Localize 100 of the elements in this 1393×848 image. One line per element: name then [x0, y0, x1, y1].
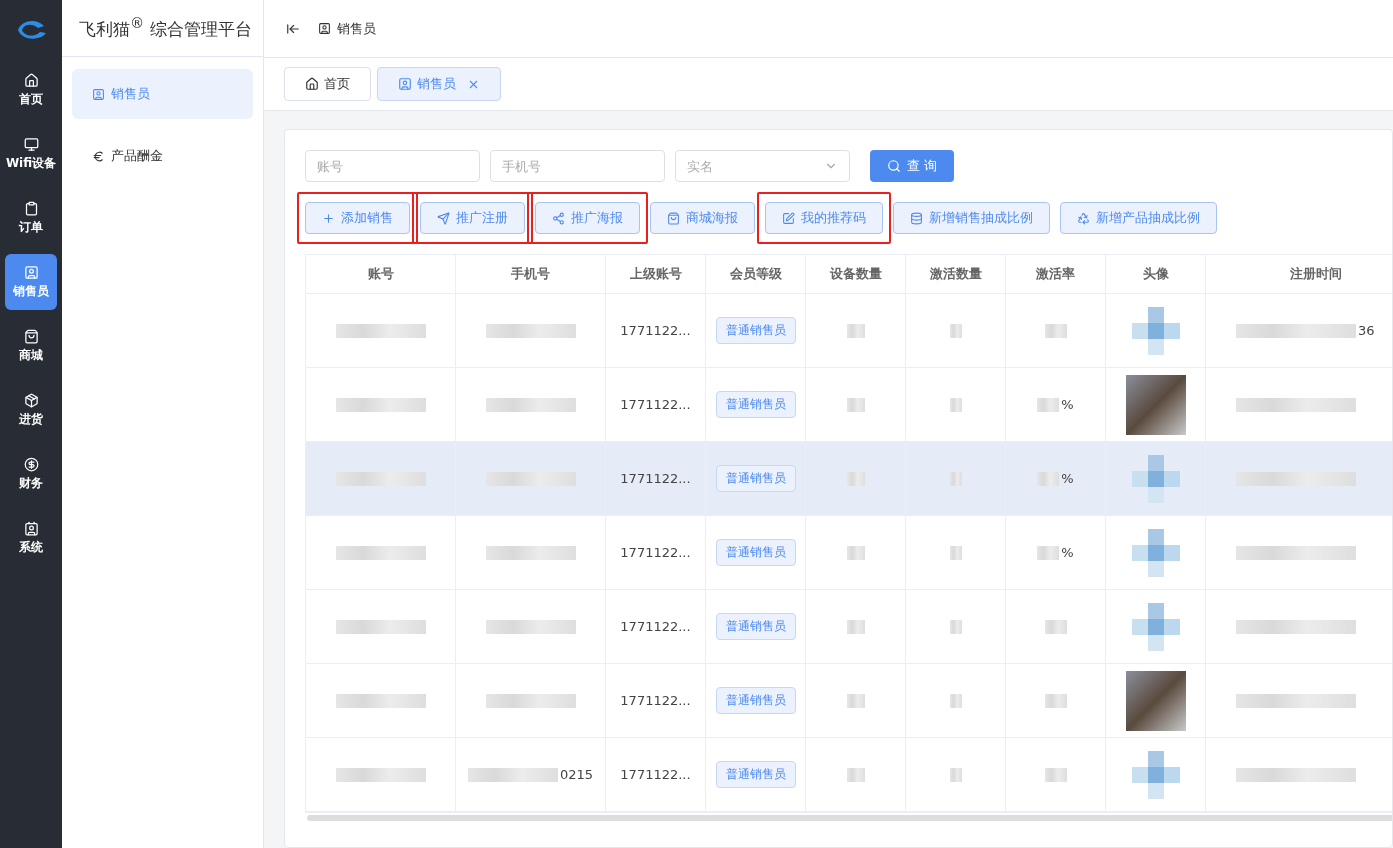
blurred-block — [1037, 471, 1060, 486]
user-card-icon — [23, 264, 39, 280]
pixel-avatar-icon — [1131, 454, 1180, 503]
input-field[interactable]: 账号 — [305, 150, 480, 182]
level-tag: 普通销售员 — [715, 613, 796, 640]
table-cell: 1771122... — [606, 368, 706, 441]
box-icon — [23, 392, 39, 408]
partial-text: % — [1061, 397, 1074, 412]
tab[interactable]: 首页 — [284, 67, 371, 101]
home-icon — [305, 77, 319, 91]
blurred-block — [949, 545, 962, 560]
blurred-block — [1044, 323, 1067, 338]
blurred-block — [1044, 767, 1067, 782]
blurred-block — [949, 693, 962, 708]
partial-text: % — [1061, 471, 1074, 486]
level-tag: 普通销售员 — [715, 761, 796, 788]
column-header: 手机号 — [456, 255, 606, 293]
user-card-icon — [92, 87, 105, 101]
plus-icon — [322, 211, 335, 225]
blurred-block — [949, 767, 962, 782]
blurred-block — [846, 471, 865, 486]
blurred-block — [846, 545, 865, 560]
table-cell: 1771122... — [606, 590, 706, 663]
send-icon — [437, 211, 450, 225]
partial-text: 0215 — [559, 767, 594, 782]
table-row[interactable]: 1771122... 普通销售员 — [306, 664, 1392, 738]
table-row[interactable]: 1771122... 普通销售员 % — [306, 368, 1392, 442]
partial-text: 36 — [1358, 323, 1375, 338]
table-cell: 1771122... — [606, 294, 706, 367]
edit-icon — [782, 211, 795, 225]
column-header: 激活率 — [1006, 255, 1106, 293]
nav-item[interactable]: 订单 — [5, 190, 57, 246]
share-icon — [552, 211, 565, 225]
table-row[interactable]: 1771122... 普通销售员 % — [306, 442, 1392, 516]
nav-item[interactable]: 系统 — [5, 510, 57, 566]
blurred-block — [846, 693, 865, 708]
table-row[interactable]: 0215 1771122... 普通销售员 — [306, 738, 1392, 812]
coin-icon — [23, 456, 39, 472]
level-tag: 普通销售员 — [715, 465, 796, 492]
column-header: 设备数量 — [806, 255, 906, 293]
blurred-block — [1037, 545, 1060, 560]
app-title: 飞利猫$^{®}$ 综合管理平台 — [79, 15, 252, 41]
scrollbar[interactable] — [307, 815, 1392, 821]
select-field[interactable]: 实名 — [675, 150, 850, 182]
nav-item[interactable]: Wifi设备 — [5, 126, 57, 182]
blurred-block — [949, 619, 962, 634]
blurred-block — [949, 397, 962, 412]
pixel-avatar-icon — [1131, 602, 1180, 651]
nav-item[interactable]: 商城 — [5, 318, 57, 374]
blurred-block — [846, 619, 865, 634]
table-row[interactable]: 1771122... 普通销售员 36 — [306, 294, 1392, 368]
blurred-block — [1044, 619, 1067, 634]
table-cell: 1771122... — [606, 442, 706, 515]
table-cell: 1771122... — [606, 738, 706, 811]
euro-icon — [92, 149, 105, 163]
photo-placeholder — [1125, 374, 1186, 435]
column-header: 会员等级 — [706, 255, 806, 293]
pixel-avatar-icon — [1131, 750, 1180, 799]
nav-item[interactable]: 财务 — [5, 446, 57, 502]
input-field[interactable]: 手机号 — [490, 150, 665, 182]
database-icon — [910, 211, 923, 225]
breadcrumb: 销售员 — [318, 19, 376, 38]
monitor-icon — [23, 136, 39, 152]
table-row[interactable]: 1771122... 普通销售员 — [306, 590, 1392, 664]
clipboard-icon — [23, 200, 39, 216]
column-header: 头像 — [1106, 255, 1206, 293]
search-icon — [886, 159, 901, 173]
column-header: 账号 — [306, 255, 456, 293]
table-cell: 1771122... — [606, 664, 706, 737]
blurred-block — [846, 323, 865, 338]
blurred-block — [1044, 693, 1067, 708]
partial-text: % — [1061, 545, 1074, 560]
pixel-avatar-icon — [1131, 306, 1180, 355]
column-header: 注册时间 — [1206, 255, 1392, 293]
level-tag: 普通销售员 — [715, 391, 796, 418]
blurred-block — [949, 471, 962, 486]
level-tag: 普通销售员 — [715, 687, 796, 714]
column-header: 上级账号 — [606, 255, 706, 293]
user-card-icon — [398, 77, 412, 91]
contact-card-icon — [23, 520, 39, 536]
column-header: 激活数量 — [906, 255, 1006, 293]
level-tag: 普通销售员 — [715, 539, 796, 566]
blurred-block — [1037, 397, 1060, 412]
nav-item[interactable]: 进货 — [5, 382, 57, 438]
table-row[interactable]: 1771122... 普通销售员 % — [306, 516, 1392, 590]
nav-item[interactable]: 首页 — [5, 62, 57, 118]
menu-item[interactable]: 产品酬金 — [72, 131, 253, 181]
blurred-block — [846, 767, 865, 782]
pixel-avatar-icon — [1131, 528, 1180, 577]
collapse-icon[interactable] — [286, 21, 300, 36]
user-card-icon — [318, 22, 331, 35]
blurred-block — [949, 323, 962, 338]
bag-icon — [667, 211, 680, 225]
blurred-block — [846, 397, 865, 412]
bag-icon — [23, 328, 39, 344]
recycle-icon — [1077, 211, 1090, 225]
level-tag: 普通销售员 — [715, 317, 796, 344]
table-cell: 1771122... — [606, 516, 706, 589]
photo-placeholder — [1125, 670, 1186, 731]
home-icon — [23, 72, 39, 88]
